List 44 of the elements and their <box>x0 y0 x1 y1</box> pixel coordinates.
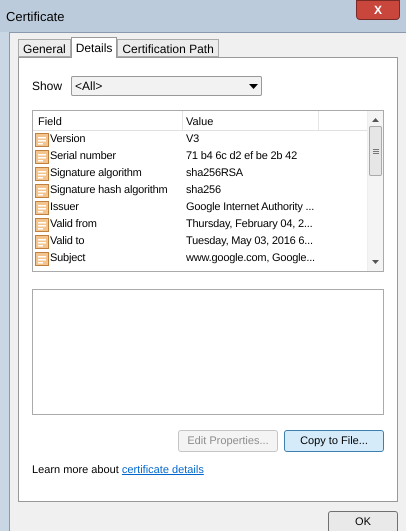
window-title: Certificate <box>6 8 65 26</box>
show-dropdown[interactable]: <All> <box>71 76 262 96</box>
tab[interactable]: Certification Path <box>117 39 219 57</box>
grip-icon <box>372 148 378 154</box>
field-value: sha256 <box>185 183 221 198</box>
show-label: Show <box>32 78 62 95</box>
tab[interactable]: Details <box>70 37 118 58</box>
field-name: Subject <box>50 251 86 266</box>
field-name: Signature hash algorithm <box>50 183 168 198</box>
tab[interactable]: General <box>18 39 71 57</box>
field-name: Valid to <box>50 234 84 250</box>
document-icon <box>35 234 49 248</box>
field-name: Valid from <box>50 217 97 232</box>
field-name: Signature algorithm <box>50 166 142 182</box>
column-header[interactable]: Field <box>33 111 183 130</box>
document-icon <box>35 184 49 198</box>
column-header[interactable]: Value <box>183 111 319 130</box>
dropdown-arrow-icon <box>249 84 258 88</box>
scrollbar[interactable] <box>367 111 383 271</box>
field-value: Google Internet Authority ... <box>185 200 314 216</box>
field-name: Issuer <box>50 200 79 216</box>
field-value: www.google.com, Google... <box>185 251 315 266</box>
document-icon <box>35 252 49 266</box>
close-button[interactable]: X <box>356 0 400 20</box>
field-value: V3 <box>185 132 200 148</box>
learn-more-text: Learn more about certificate details <box>32 463 205 478</box>
field-name: Version <box>50 132 86 148</box>
ok-button[interactable]: OK <box>328 511 398 531</box>
scroll-down-icon <box>372 260 379 264</box>
certificate-details-link[interactable]: certificate details <box>122 464 204 476</box>
document-icon <box>35 218 49 232</box>
scroll-up-icon <box>372 118 379 122</box>
field-name: Serial number <box>50 149 116 164</box>
action-button[interactable]: Copy to File... <box>284 430 384 452</box>
field-value: sha256RSA <box>185 166 243 182</box>
field-value: 71 b4 6c d2 ef be 2b 42 <box>185 149 297 164</box>
field-value: Tuesday, May 03, 2016 6... <box>185 234 313 250</box>
document-icon <box>35 166 49 180</box>
value-text-area[interactable] <box>32 289 384 415</box>
document-icon <box>35 132 49 146</box>
document-icon <box>35 200 49 214</box>
document-icon <box>35 150 49 164</box>
field-value: Thursday, February 04, 2... <box>185 217 312 232</box>
scroll-thumb[interactable] <box>369 126 382 176</box>
